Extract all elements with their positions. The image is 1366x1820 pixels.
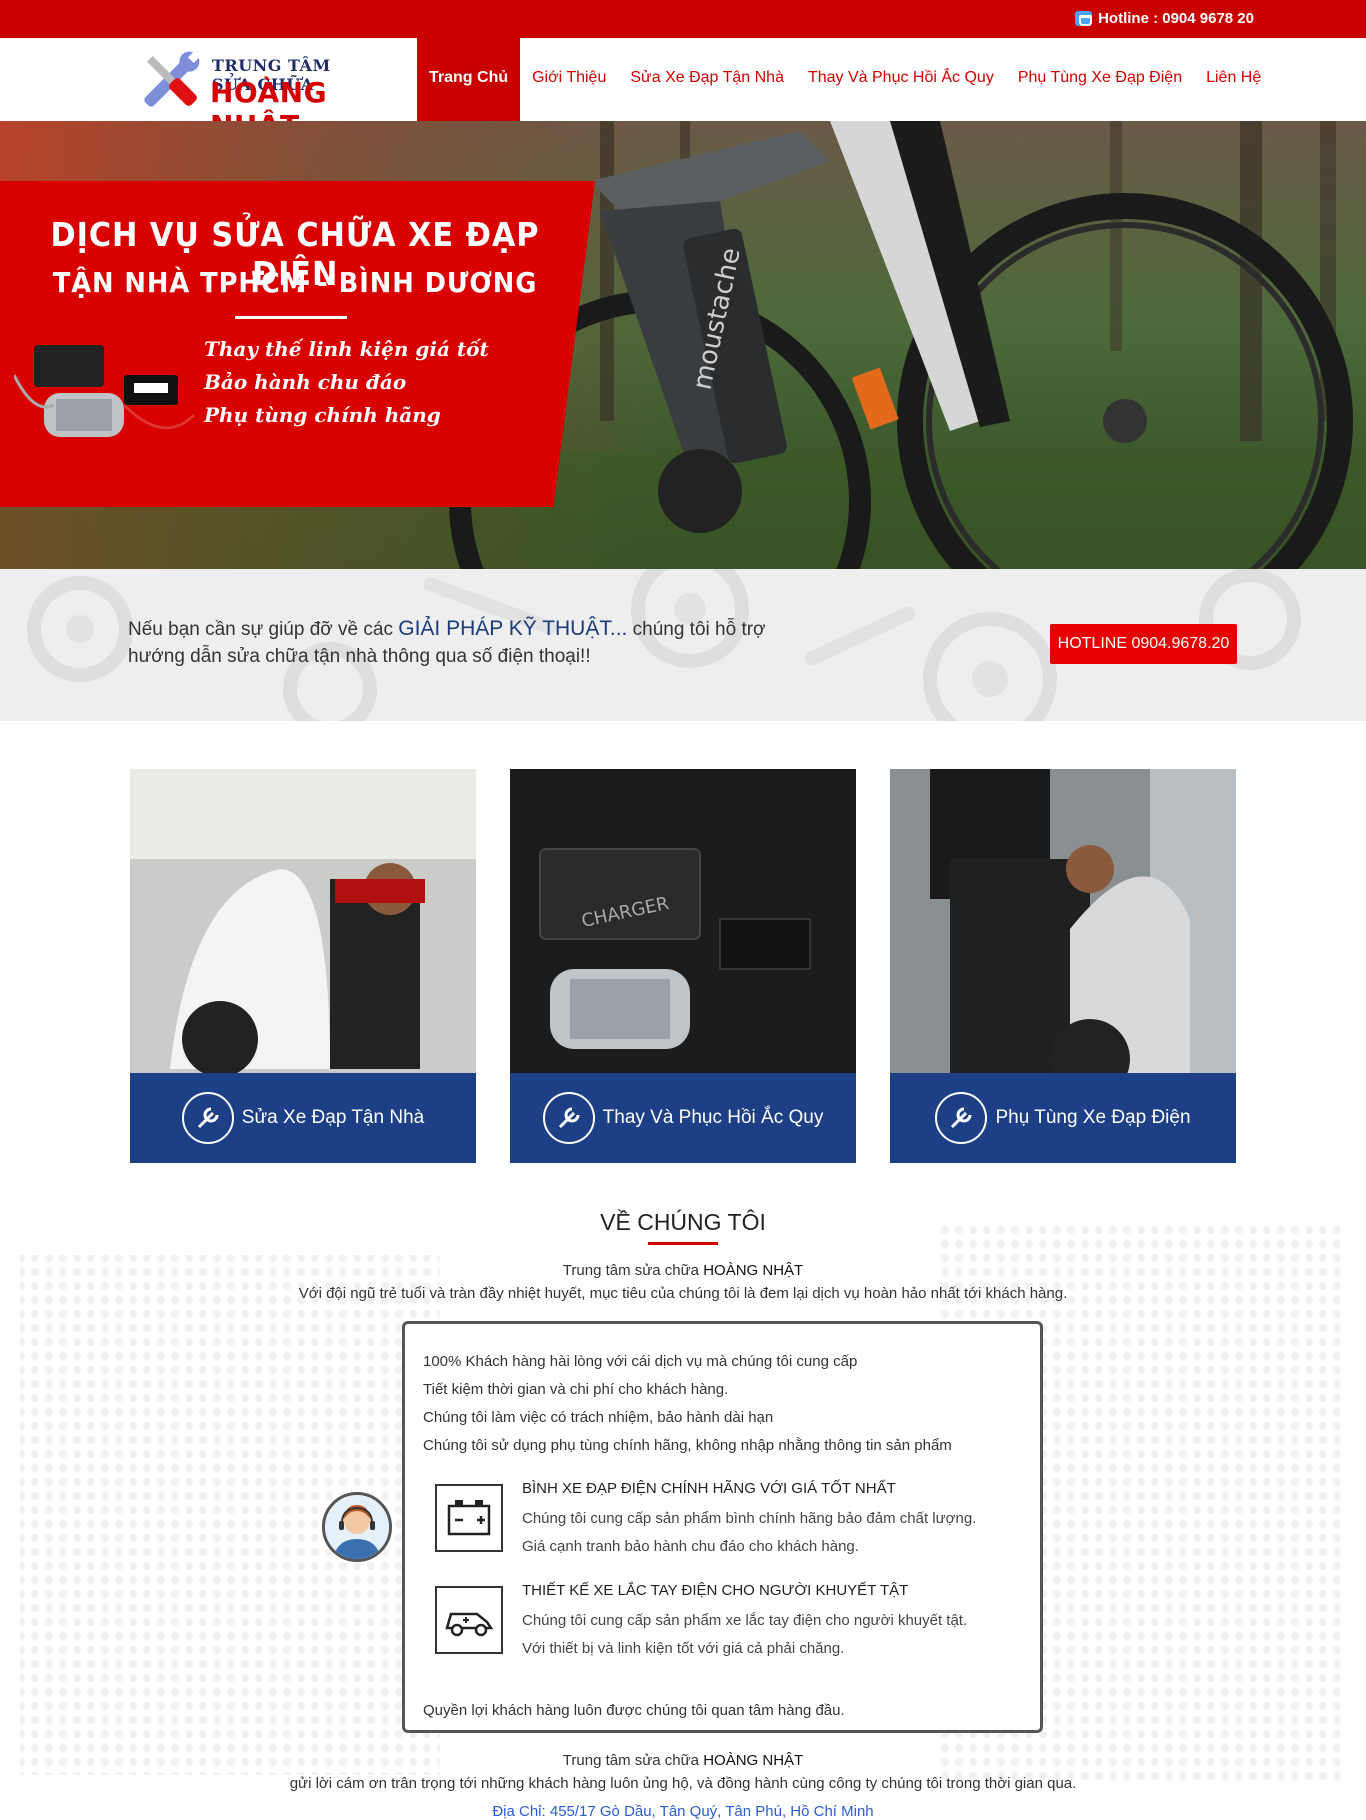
service-label-bar: Phụ Tùng Xe Đạp Điện (890, 1073, 1236, 1163)
nav-item-home[interactable]: Trang Chủ (417, 38, 521, 121)
parts-image (14, 345, 196, 437)
brand-name: HOÀNG NHẬT (703, 1262, 804, 1279)
wrench-icon (542, 1092, 595, 1144)
feature-desc: Chúng tôi cung cấp sản phẩm xe lắc tay đ… (522, 1612, 968, 1657)
service-photo: CHARGER (510, 769, 856, 1073)
hero-bullet-list: Thay thế linh kiện giá tốt Bảo hành chu … (204, 333, 489, 432)
hero-bullet: Phụ tùng chính hãng (204, 403, 441, 427)
about-point: 100% Khách hàng hài lòng với cái dịch vụ… (423, 1353, 858, 1370)
logo[interactable]: TRUNG TÂM SỬA CHỮA HOÀNG NHẬT (134, 44, 370, 142)
vehicle-icon (435, 1586, 503, 1654)
wrench-icon (181, 1092, 234, 1144)
hero-subtitle: TẬN NHÀ TPHCM - BÌNH DƯƠNG (52, 266, 538, 299)
about-point: Chúng tôi sử dụng phụ tùng chính hãng, k… (423, 1437, 952, 1454)
address-text: Địa Chỉ: 455/17 Gò Dầu, Tân Quý, Tân Phú… (492, 1803, 874, 1820)
feature-vehicle: THIẾT KẾ XE LẮC TAY ĐIỆN CHO NGƯỜI KHUYẾ… (435, 1582, 1025, 1666)
main-nav: Trang Chủ Giới Thiệu Sửa Xe Đạp Tận Nhà … (417, 38, 1273, 121)
about-intro: Trung tâm sửa chữa HOÀNG NHẬT Với đội ng… (298, 1262, 1068, 1302)
about-point: Chúng tôi làm việc có trách nhiệm, bảo h… (423, 1409, 774, 1426)
service-label-bar: Thay Và Phục Hồi Ắc Quy (510, 1073, 856, 1163)
feature-title: THIẾT KẾ XE LẮC TAY ĐIỆN CHO NGƯỜI KHUYẾ… (522, 1582, 909, 1599)
about-closing: Quyền lợi khách hàng luôn được chúng tôi… (423, 1702, 845, 1719)
nav-item-home-repair[interactable]: Sửa Xe Đạp Tận Nhà (618, 38, 796, 121)
cta-text: Nếu bạn cần sự giúp đỡ về các GIẢI PHÁP … (128, 617, 766, 667)
service-photo (890, 769, 1236, 1073)
service-label-bar: Sửa Xe Đạp Tận Nhà (130, 1073, 476, 1163)
hero-bullet: Bảo hành chu đáo (204, 370, 407, 394)
brand-name: HOÀNG NHẬT (703, 1752, 804, 1769)
top-bar: Hotline : 0904 9678 20 (0, 0, 1366, 38)
battery-icon (435, 1484, 503, 1552)
hotline-link[interactable]: Hotline : 0904 9678 20 (1075, 10, 1254, 27)
hero-divider (235, 316, 347, 319)
service-card-home-repair[interactable]: Sửa Xe Đạp Tận Nhà (130, 769, 476, 1163)
heading-underline (648, 1242, 718, 1245)
about-bubble: 100% Khách hàng hài lòng với cái dịch vụ… (402, 1321, 1043, 1733)
service-card-battery[interactable]: CHARGER Thay Và Phục Hồi Ắc Quy (510, 769, 856, 1163)
nav-item-contact[interactable]: Liên Hệ (1194, 38, 1273, 121)
header: TRUNG TÂM SỬA CHỮA HOÀNG NHẬT Trang Chủ … (0, 38, 1366, 142)
service-label: Sửa Xe Đạp Tận Nhà (241, 1107, 425, 1128)
phone-icon (1075, 11, 1093, 26)
service-label: Phụ Tùng Xe Đạp Điện (995, 1107, 1191, 1128)
about-section: VỀ CHÚNG TÔI Trung tâm sửa chữa HOÀNG NH… (0, 1195, 1366, 1820)
hotline-button[interactable]: HOTLINE 0904.9678.20 (1050, 624, 1237, 664)
feature-battery: BÌNH XE ĐẠP ĐIỆN CHÍNH HÃNG VỚI GIÁ TỐT … (435, 1480, 1025, 1564)
wrench-screwdriver-icon (144, 50, 201, 107)
services-section: Sửa Xe Đạp Tận Nhà CHARGER Thay Và Phục … (130, 769, 1236, 1163)
feature-title: BÌNH XE ĐẠP ĐIỆN CHÍNH HÃNG VỚI GIÁ TỐT … (522, 1480, 896, 1497)
wrench-icon (935, 1092, 988, 1144)
hotline-text: Hotline : 0904 9678 20 (1098, 10, 1254, 27)
about-point: Tiết kiệm thời gian và chi phí cho khách… (423, 1381, 729, 1398)
cta-section: Nếu bạn cần sự giúp đỡ về các GIẢI PHÁP … (0, 569, 1366, 721)
cta-highlight: GIẢI PHÁP KỸ THUẬT... (398, 617, 628, 640)
hero-banner: moustache DỊCH VỤ SỬA CHỮA XE ĐẠP ĐIỆN T… (0, 121, 1366, 569)
nav-item-parts[interactable]: Phụ Tùng Xe Đạp Điện (1006, 38, 1194, 121)
about-points: 100% Khách hàng hài lòng với cái dịch vụ… (423, 1348, 952, 1460)
nav-item-about[interactable]: Giới Thiệu (520, 38, 618, 121)
nav-item-battery[interactable]: Thay Và Phục Hồi Ắc Quy (796, 38, 1006, 121)
service-card-parts[interactable]: Phụ Tùng Xe Đạp Điện (890, 769, 1236, 1163)
feature-desc: Chúng tôi cung cấp sản phẩm bình chính h… (522, 1510, 977, 1555)
service-label: Thay Và Phục Hồi Ắc Quy (602, 1107, 824, 1128)
hero-bullet: Thay thế linh kiện giá tốt (204, 337, 489, 361)
service-photo (130, 769, 476, 1073)
about-heading: VỀ CHÚNG TÔI (600, 1209, 766, 1235)
about-outro: Trung tâm sửa chữa HOÀNG NHẬT gửi lời cá… (289, 1752, 1077, 1792)
support-avatar (322, 1492, 392, 1562)
